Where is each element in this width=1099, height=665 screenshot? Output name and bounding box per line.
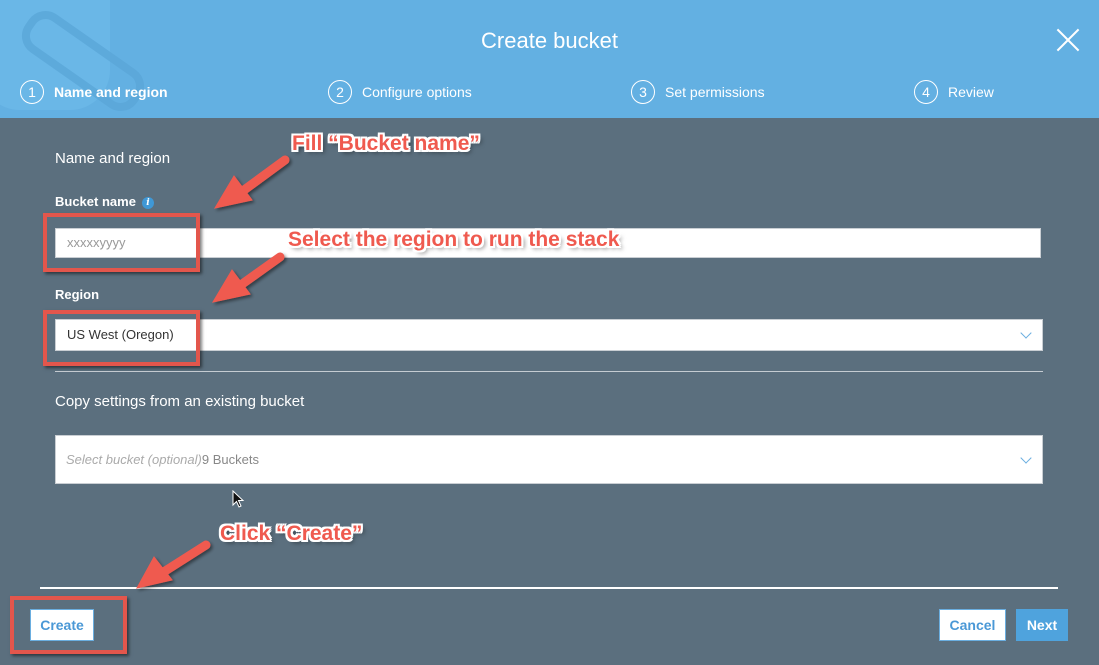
arrow-icon (136, 540, 211, 589)
arrow-icon (213, 155, 290, 209)
arrow-icon (211, 252, 285, 303)
annotation-arrows (136, 155, 290, 589)
